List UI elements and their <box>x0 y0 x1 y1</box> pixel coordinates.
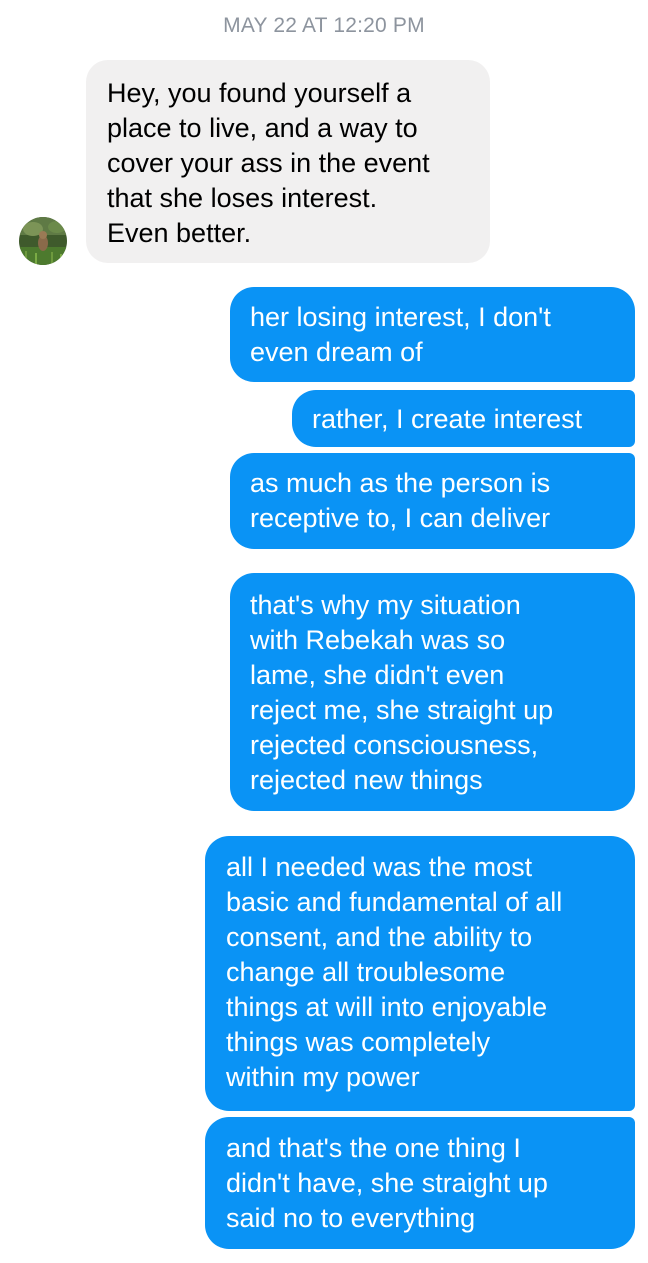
sent-message-bubble[interactable]: all I needed was the most basic and fund… <box>205 836 635 1111</box>
avatar-photo-icon <box>19 217 67 265</box>
sent-message-bubble[interactable]: as much as the person is receptive to, I… <box>230 453 635 549</box>
sent-message-bubble[interactable]: that's why my situation with Rebekah was… <box>230 573 635 811</box>
sent-message-bubble[interactable]: and that's the one thing I didn't have, … <box>205 1117 635 1249</box>
sent-message-bubble[interactable]: rather, I create interest <box>292 390 635 447</box>
sent-message-bubble[interactable]: her losing interest, I don't even dream … <box>230 287 635 382</box>
message-timestamp: MAY 22 AT 12:20 PM <box>223 14 425 37</box>
contact-avatar[interactable] <box>19 217 67 265</box>
received-message-bubble[interactable]: Hey, you found yourself a place to live,… <box>86 60 490 263</box>
